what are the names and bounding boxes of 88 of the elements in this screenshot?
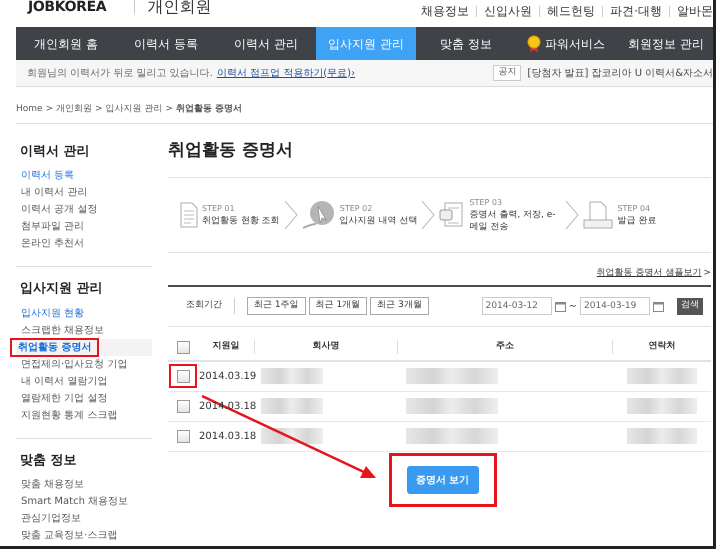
- printer-icon: [439, 202, 466, 228]
- sidebar-item[interactable]: 이력서 등록: [16, 166, 80, 185]
- breadcrumb-separator: >: [166, 103, 174, 116]
- sidebar-item[interactable]: 맞춤 채용정보: [16, 475, 90, 494]
- breadcrumb-link[interactable]: 취업활동 증명서: [176, 103, 242, 116]
- blurred-placeholder: [261, 398, 323, 414]
- cursor-icon: [302, 200, 336, 230]
- step-number: STEP 04: [617, 203, 652, 215]
- sample-link[interactable]: 취업활동 증명서 샘플보기: [596, 267, 702, 280]
- filter-label: 조회기간: [186, 299, 222, 312]
- calendar-icon[interactable]: [554, 300, 566, 312]
- start-date-field[interactable]: 2014-03-12: [482, 297, 552, 315]
- checkbox[interactable]: [176, 340, 190, 354]
- notice-tag: 공지: [493, 65, 522, 81]
- sidebar-item[interactable]: 내 이력서 열람기업: [16, 372, 112, 390]
- search-button[interactable]: 검색: [677, 298, 703, 314]
- nav-tab[interactable]: 이력서 등록: [116, 27, 216, 60]
- sidebar-item[interactable]: 이력서 공개 설정: [16, 200, 102, 219]
- sidebar-item[interactable]: 스크랩한 채용정보: [16, 320, 110, 340]
- sidebar-item[interactable]: 첨부파일 관리: [16, 217, 90, 236]
- date-cell-text: 2014.03.19: [198, 370, 255, 384]
- top-link[interactable]: 헤드헌팅: [547, 2, 596, 20]
- column-header: 지원일: [198, 340, 255, 354]
- breadcrumb-separator: >: [46, 103, 54, 116]
- end-date-field[interactable]: 2014-03-19: [580, 297, 650, 315]
- breadcrumb-separator: >: [95, 103, 103, 116]
- column-header: 주소: [398, 340, 613, 354]
- top-link[interactable]: 신입사원: [484, 2, 532, 20]
- chevron-icon: [282, 200, 299, 230]
- logo[interactable]: JOBKOREA: [28, 0, 106, 14]
- nav-tab[interactable]: 회원정보 관리: [616, 27, 713, 60]
- nav-tab[interactable]: 맞춤 정보: [416, 27, 516, 60]
- top-link[interactable]: 채용정보: [421, 2, 470, 20]
- notice-message: 회원님의 이력서가 뒤로 밀리고 있습니다.: [27, 66, 213, 80]
- blurred-placeholder: [261, 428, 323, 444]
- sidebar-item[interactable]: 내 이력서 관리: [16, 183, 92, 202]
- blurred-placeholder: [627, 398, 697, 414]
- period-button[interactable]: 최근 3개월: [370, 297, 429, 315]
- sidebar-item[interactable]: 관심기업정보: [16, 509, 86, 528]
- top-link[interactable]: 알바몬: [677, 2, 713, 20]
- step-label: 취업활동 현황 조회: [202, 215, 280, 227]
- chevron-icon: [564, 200, 580, 230]
- sidebar-item[interactable]: 열람제한 기업 설정: [16, 388, 112, 408]
- step-label: 발급 완료: [617, 215, 656, 227]
- sidebar-heading: 입사지원 관리: [19, 280, 104, 298]
- blurred-placeholder: [627, 368, 697, 384]
- sidebar-heading: 이력서 관리: [19, 142, 91, 160]
- checkbox[interactable]: [176, 430, 190, 442]
- sidebar-item[interactable]: 지원현황 통계 스크랩: [16, 406, 122, 424]
- document-tray-icon: [583, 201, 614, 229]
- sidebar-item[interactable]: 맞춤 교육정보·스크랩: [16, 526, 122, 545]
- step-number: STEP 01: [202, 203, 236, 215]
- nav-tab[interactable]: 파워서비스: [516, 27, 616, 60]
- period-button[interactable]: 최근 1주일: [247, 297, 306, 315]
- blurred-placeholder: [627, 428, 697, 444]
- notice-headline[interactable]: [당첨자 발표] 잡코리아 U 이력서&자소서: [527, 66, 713, 80]
- step-number: STEP 03: [469, 197, 504, 209]
- section-title: 개인회원: [134, 0, 212, 14]
- step-number: STEP 02: [340, 203, 374, 215]
- top-link[interactable]: 파견·대행: [610, 2, 662, 20]
- step-label: 입사지원 내역 선택: [340, 215, 418, 227]
- nav-tab[interactable]: 개인회원 홈: [16, 27, 116, 60]
- date-cell-text: 2014.03.18: [198, 430, 255, 444]
- column-header: 연락처: [648, 340, 676, 354]
- checkbox[interactable]: [176, 370, 190, 382]
- blurred-placeholder: [261, 368, 323, 384]
- sidebar-item[interactable]: 면접제의·입사요청 기업: [16, 354, 132, 374]
- medal-icon: [527, 34, 541, 52]
- chevron-icon: [420, 200, 436, 230]
- link-arrow: >: [703, 267, 711, 280]
- breadcrumb-link[interactable]: 개인회원: [56, 103, 92, 116]
- sidebar-item[interactable]: Smart Match 채용정보: [16, 492, 134, 511]
- breadcrumb-link[interactable]: 입사지원 관리: [106, 103, 163, 116]
- notice-link[interactable]: 이력서 점프업 적용하기(무료)›: [216, 66, 356, 80]
- nav-tab[interactable]: 이력서 관리: [216, 27, 316, 60]
- sidebar-item[interactable]: 온라인 추천서: [16, 234, 90, 253]
- sidebar-item[interactable]: 입사지원 현황: [16, 304, 90, 322]
- breadcrumb-link[interactable]: Home: [16, 103, 43, 116]
- step-label: 증명서 출력, 저장, e-메일 전송: [469, 209, 557, 233]
- date-separator: ~: [568, 300, 577, 314]
- document-icon: [180, 202, 198, 228]
- checkbox[interactable]: [176, 400, 190, 412]
- column-header: 회사명: [255, 340, 398, 354]
- period-button[interactable]: 최근 1개월: [308, 297, 368, 315]
- calendar-icon[interactable]: [653, 300, 664, 312]
- page-title: 취업활동 증명서: [168, 138, 294, 162]
- sidebar-item[interactable]: 취업활동 증명서: [10, 338, 100, 356]
- sidebar-heading: 맞춤 정보: [19, 452, 78, 470]
